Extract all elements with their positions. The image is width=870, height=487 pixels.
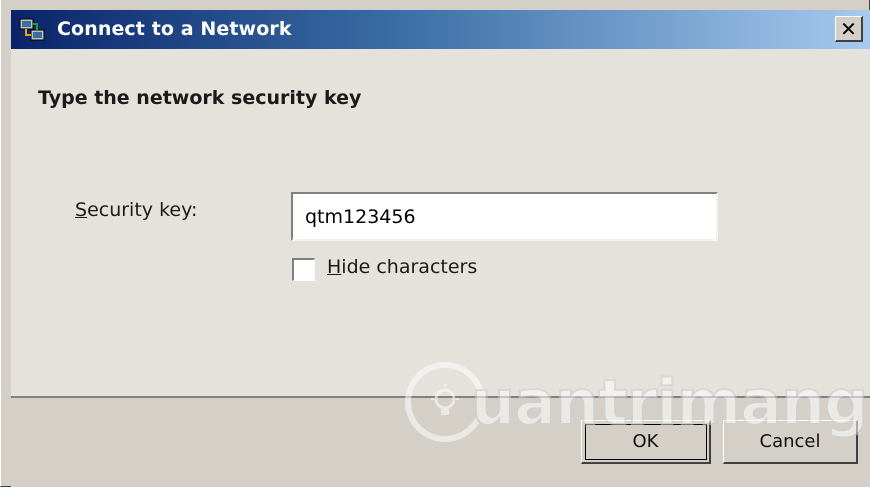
cancel-button-label: Cancel <box>759 431 821 452</box>
security-key-label: Security key: <box>75 199 197 221</box>
security-key-label-text: ecurity key: <box>87 199 198 221</box>
security-key-label-accesskey: S <box>75 199 88 221</box>
dialog-window: Connect to a Network ✕ Type the network … <box>0 0 870 487</box>
button-bar: OK Cancel <box>11 398 870 487</box>
hide-characters-label[interactable]: Hide characters <box>327 256 477 278</box>
close-button[interactable]: ✕ <box>835 16 863 42</box>
window-title: Connect to a Network <box>57 18 292 40</box>
ok-button[interactable]: OK <box>581 420 711 464</box>
hide-characters-accesskey: H <box>327 256 342 278</box>
network-connection-icon <box>19 18 45 41</box>
cancel-button[interactable]: Cancel <box>723 420 858 464</box>
page-title: Type the network security key <box>38 87 362 109</box>
dialog-content: Type the network security key Security k… <box>11 49 870 398</box>
ok-button-label: OK <box>632 431 659 452</box>
close-icon: ✕ <box>840 16 857 41</box>
security-key-input[interactable] <box>291 192 718 241</box>
hide-characters-text: ide characters <box>341 256 478 278</box>
title-bar[interactable]: Connect to a Network <box>11 10 870 49</box>
hide-characters-checkbox[interactable] <box>292 258 315 281</box>
